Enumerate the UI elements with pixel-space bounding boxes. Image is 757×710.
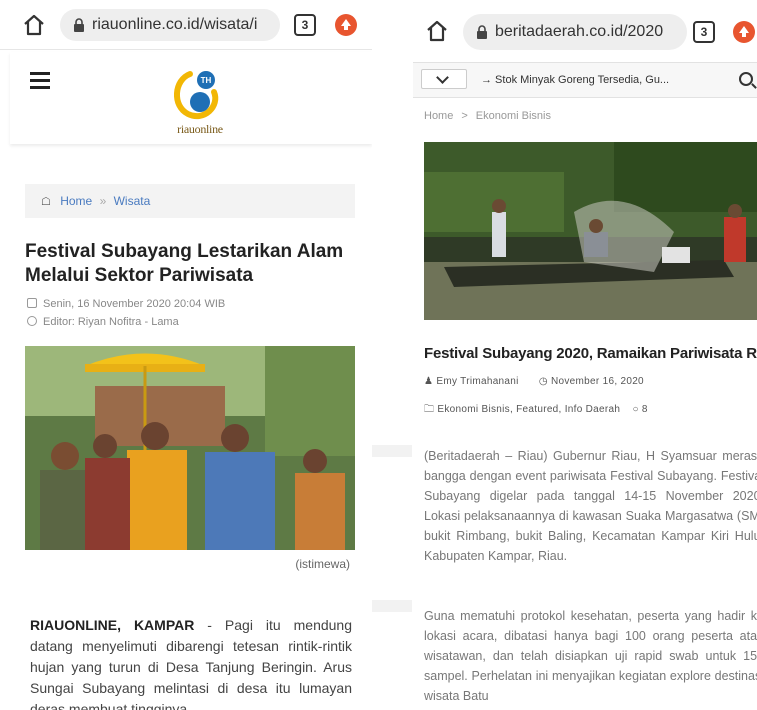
article-editor: Editor: Riyan Nofitra - Lama [27, 316, 179, 328]
lock-icon [74, 18, 84, 32]
address-bar[interactable]: riauonline.co.id/wisata/i [60, 9, 280, 41]
lock-icon [477, 25, 487, 39]
address-bar[interactable]: beritadaerah.co.id/2020 [463, 14, 687, 50]
article-photo[interactable] [424, 142, 757, 320]
menu-icon[interactable] [30, 72, 50, 89]
user-icon [27, 316, 37, 326]
ticker-headline[interactable]: → Stok Minyak Goreng Tersedia, Gu... [481, 74, 669, 86]
user-icon: ♟ [424, 376, 434, 387]
article-date: November 16, 2020 [550, 376, 644, 387]
breadcrumb: Home > Ekonomi Bisnis [424, 110, 551, 122]
article-byline: ♟ Emy Trimahanani ◷ November 16, 2020 [424, 376, 644, 387]
left-phone-screen: riauonline.co.id/wisata/i 3 TH riauonlin… [0, 0, 372, 710]
article-title: Festival Subayang Lestarikan Alam Melalu… [25, 241, 344, 286]
photo-caption: (istimewa) [295, 557, 350, 571]
breadcrumb-home-link[interactable]: Home [60, 194, 92, 208]
url-text: riauonline.co.id/wisata/i [92, 16, 258, 33]
comment-count[interactable]: 8 [642, 404, 648, 415]
breadcrumb-separator: > [461, 110, 468, 122]
comment-icon: ○ [632, 404, 639, 415]
browser-toolbar: riauonline.co.id/wisata/i 3 [0, 0, 372, 50]
category-links[interactable]: Ekonomi Bisnis, Featured, Info Daerah [437, 404, 620, 415]
breadcrumb-home-link[interactable]: Home [424, 110, 453, 122]
article-photo[interactable] [25, 346, 355, 550]
home-small-icon: ☖ [41, 196, 51, 208]
logo-mark-icon: TH [174, 71, 219, 119]
article-paragraph-2: Guna mematuhi protokol kesehatan, pesert… [424, 609, 757, 703]
folder-icon: 🗀 [424, 404, 435, 415]
breadcrumb-section-link[interactable]: Wisata [114, 194, 151, 208]
tab-count-button[interactable]: 3 [294, 14, 316, 36]
update-icon[interactable] [335, 14, 357, 36]
tab-count-button[interactable]: 3 [693, 21, 715, 43]
site-logo[interactable]: TH riauonline [160, 66, 240, 136]
article-body: RIAUONLINE, KAMPAR - Pagi itu mendung da… [30, 615, 352, 710]
breadcrumb-separator: » [99, 194, 107, 208]
browser-toolbar: beritadaerah.co.id/2020 3 [413, 0, 757, 58]
logo-text: riauonline [177, 122, 223, 136]
svg-text:TH: TH [201, 76, 212, 85]
article-lead: RIAUONLINE, KAMPAR [30, 617, 195, 633]
breadcrumb-section-link[interactable]: Ekonomi Bisnis [476, 110, 551, 122]
home-icon[interactable] [425, 19, 449, 43]
article-categories: 🗀 Ekonomi Bisnis, Featured, Info Daerah … [424, 402, 648, 419]
url-text: beritadaerah.co.id/2020 [495, 23, 664, 40]
chevron-down-icon[interactable] [421, 69, 467, 89]
clock-icon: ◷ [538, 376, 548, 387]
site-header: TH riauonline [10, 52, 372, 144]
home-icon[interactable] [22, 13, 46, 37]
article-title: Festival Subayang 2020, Ramaikan Pariwis… [424, 345, 757, 362]
watermark-shape [372, 600, 412, 612]
watermark-shape [372, 445, 412, 457]
update-icon[interactable] [733, 21, 755, 43]
article-author[interactable]: Emy Trimahanani [436, 376, 518, 387]
calendar-icon [27, 298, 37, 308]
news-ticker-bar: → Stok Minyak Goreng Tersedia, Gu... [413, 62, 757, 98]
article-date: Senin, 16 November 2020 20:04 WIB [27, 298, 225, 310]
article-paragraph-1: (Beritadaerah – Riau) Gubernur Riau, H S… [424, 449, 757, 563]
breadcrumb: ☖ Home » Wisata [25, 184, 355, 218]
right-phone-screen: beritadaerah.co.id/2020 3 → Stok Minyak … [413, 0, 757, 710]
search-icon[interactable] [739, 72, 753, 86]
